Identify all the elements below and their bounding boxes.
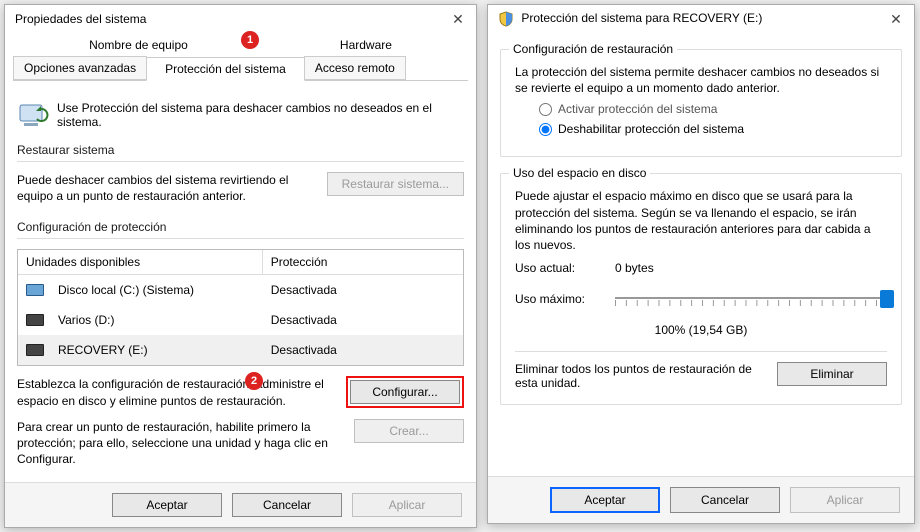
max-usage-label: Uso máximo: xyxy=(515,292,615,306)
table-row[interactable]: Varios (D:) Desactivada xyxy=(18,305,463,335)
apply-button[interactable]: Aplicar xyxy=(352,493,462,517)
restore-icon xyxy=(17,99,49,131)
group-restore-config-title: Configuración de restauración xyxy=(509,42,677,56)
tab-advanced-options[interactable]: Opciones avanzadas xyxy=(13,56,147,80)
delete-button[interactable]: Eliminar xyxy=(777,362,887,386)
slider-value-text: 100% (19,54 GB) xyxy=(515,323,887,337)
drive-icon xyxy=(26,314,44,326)
create-desc: Para crear un punto de restauración, hab… xyxy=(17,419,344,468)
tab-hardware[interactable]: Hardware xyxy=(264,33,468,57)
apply-button[interactable]: Aplicar xyxy=(790,487,900,513)
close-icon[interactable]: ✕ xyxy=(448,11,468,28)
ok-button[interactable]: Aceptar xyxy=(550,487,660,513)
radio-enable-input[interactable] xyxy=(539,103,552,116)
info-text: Use Protección del sistema para deshacer… xyxy=(57,99,464,129)
tab-system-protection[interactable]: Protección del sistema xyxy=(146,57,305,81)
radio-disable-protection[interactable]: Deshabilitar protección del sistema xyxy=(539,122,887,136)
titlebar: Propiedades del sistema ✕ xyxy=(5,5,476,33)
restore-system-button[interactable]: Restaurar sistema... xyxy=(327,172,464,196)
drives-table: Unidades disponibles Protección Disco lo… xyxy=(17,249,464,366)
dialog-footer: Aceptar Cancelar Aplicar xyxy=(488,476,914,523)
system-properties-dialog: Propiedades del sistema ✕ 1 Nombre de eq… xyxy=(4,4,477,528)
configure-button[interactable]: Configurar... xyxy=(350,380,460,404)
disk-usage-desc: Puede ajustar el espacio máximo en disco… xyxy=(515,188,887,253)
dialog-footer: Aceptar Cancelar Aplicar xyxy=(5,482,476,527)
ok-button[interactable]: Aceptar xyxy=(112,493,222,517)
configure-desc: Establezca la configuración de restaurac… xyxy=(17,376,336,408)
shield-icon xyxy=(498,11,514,27)
tabs-row-bottom: Opciones avanzadas Protección del sistem… xyxy=(13,56,468,81)
table-row[interactable]: Disco local (C:) (Sistema) Desactivada xyxy=(18,275,463,305)
system-protection-drive-dialog: Protección del sistema para RECOVERY (E:… xyxy=(487,4,915,524)
create-button[interactable]: Crear... xyxy=(354,419,464,443)
annotation-highlight: Configurar... xyxy=(346,376,464,408)
drives-header-name: Unidades disponibles xyxy=(18,250,263,274)
group-disk-usage-title: Uso del espacio en disco xyxy=(509,166,650,180)
window-title: Protección del sistema para RECOVERY (E:… xyxy=(496,11,762,27)
close-icon[interactable]: ✕ xyxy=(886,11,906,28)
group-protection-title: Configuración de protección xyxy=(17,220,464,234)
current-usage-label: Uso actual: xyxy=(515,261,615,275)
radio-disable-input[interactable] xyxy=(539,123,552,136)
cancel-button[interactable]: Cancelar xyxy=(232,493,342,517)
group-restore-title: Restaurar sistema xyxy=(17,143,464,157)
drive-icon xyxy=(26,344,44,356)
restore-config-desc: La protección del sistema permite deshac… xyxy=(515,64,887,96)
cancel-button[interactable]: Cancelar xyxy=(670,487,780,513)
radio-enable-protection[interactable]: Activar protección del sistema xyxy=(539,102,887,116)
slider-thumb-icon[interactable] xyxy=(880,290,894,308)
restore-desc: Puede deshacer cambios del sistema revir… xyxy=(17,172,317,204)
tab-remote-access[interactable]: Acceso remoto xyxy=(304,56,406,80)
table-row[interactable]: RECOVERY (E:) Desactivada xyxy=(18,335,463,365)
window-title: Propiedades del sistema xyxy=(13,12,146,26)
tab-computer-name[interactable]: Nombre de equipo xyxy=(13,33,264,57)
annotation-badge-1: 1 xyxy=(241,31,259,49)
titlebar: Protección del sistema para RECOVERY (E:… xyxy=(488,5,914,33)
current-usage-value: 0 bytes xyxy=(615,261,654,275)
drives-header-status: Protección xyxy=(263,250,463,274)
delete-desc: Eliminar todos los puntos de restauració… xyxy=(515,362,765,390)
max-usage-slider[interactable] xyxy=(615,287,887,313)
drive-icon xyxy=(26,284,44,296)
